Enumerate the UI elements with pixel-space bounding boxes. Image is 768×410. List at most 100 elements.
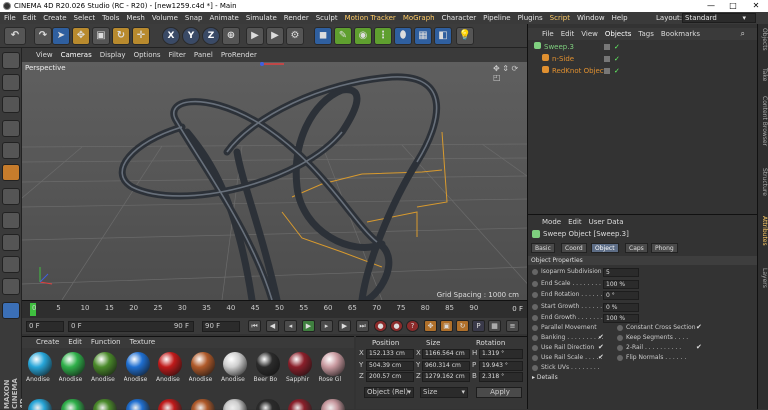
key-rotation-icon[interactable]: ↻	[456, 320, 469, 332]
points-mode-icon[interactable]	[2, 120, 20, 137]
next-key-icon[interactable]: ▶	[338, 320, 351, 332]
go-to-start-icon[interactable]: ⏮	[248, 320, 261, 332]
menu-create[interactable]: Create	[43, 14, 66, 22]
edges-mode-icon[interactable]	[2, 142, 20, 159]
animate-dot[interactable]	[532, 315, 538, 321]
menu-render[interactable]: Render	[284, 14, 309, 22]
nurbs-icon[interactable]: ◉	[354, 27, 372, 45]
material-swatch[interactable]: Anodise	[26, 352, 54, 390]
viewport-menu-options[interactable]: Options	[134, 51, 161, 59]
tab-phong[interactable]: Phong	[651, 243, 678, 253]
animate-dot[interactable]	[617, 325, 623, 331]
key-parameter-icon[interactable]: P	[472, 320, 485, 332]
side-tab-objects[interactable]: Objects	[759, 28, 768, 51]
attr-menu-edit[interactable]: Edit	[568, 218, 582, 226]
close-button[interactable]: ✕	[745, 0, 767, 12]
locked-workplane-icon[interactable]	[2, 256, 20, 273]
checkbox[interactable]: ✔	[598, 354, 605, 361]
side-tab-take[interactable]: Take	[759, 68, 768, 81]
polygons-mode-icon[interactable]	[2, 164, 20, 181]
viewport-menu-filter[interactable]: Filter	[169, 51, 186, 59]
visibility-dots[interactable]	[604, 44, 610, 50]
maximize-button[interactable]: □	[722, 0, 744, 12]
animate-dot[interactable]	[532, 365, 538, 371]
light-bulb-icon[interactable]: 💡	[456, 27, 474, 45]
coord-mode-select[interactable]: Object (Rel) ▾	[364, 387, 414, 398]
key-position-icon[interactable]: ✥	[424, 320, 437, 332]
field-value[interactable]: 100 %	[603, 314, 639, 323]
coordinate-system-icon[interactable]: ⊕	[222, 27, 240, 45]
menu-help[interactable]: Help	[612, 14, 628, 22]
rotation-field[interactable]: 1.319 °	[479, 349, 523, 359]
object-menu-edit[interactable]: Edit	[561, 30, 575, 38]
material-menu-create[interactable]: Create	[36, 338, 59, 346]
floor-icon[interactable]: ▦	[414, 27, 432, 45]
animate-dot[interactable]	[532, 345, 538, 351]
menu-simulate[interactable]: Simulate	[246, 14, 277, 22]
material-swatch-row2[interactable]	[125, 399, 150, 410]
object-row[interactable]: Sweep.3 ✓	[534, 42, 734, 53]
position-field[interactable]: 504.39 cm	[366, 360, 414, 371]
texture-mode-icon[interactable]	[2, 96, 20, 113]
check-icon[interactable]: ✓	[614, 54, 620, 65]
animate-dot[interactable]	[532, 292, 538, 298]
axis-mode-icon[interactable]	[2, 188, 20, 205]
key-scale-icon[interactable]: ▣	[440, 320, 453, 332]
select-cursor-icon[interactable]: ➤	[52, 27, 70, 45]
attr-menu-user-data[interactable]: User Data	[589, 218, 624, 226]
object-row[interactable]: RedKnot Object ✓	[542, 66, 742, 77]
material-swatch[interactable]: Beer Bo	[254, 352, 282, 390]
model-mode-icon[interactable]	[2, 74, 20, 91]
keyframe-selection-icon[interactable]: ?	[406, 320, 419, 332]
material-swatch[interactable]: Anodise	[124, 352, 152, 390]
preview-range-slider[interactable]: 0 F 90 F	[68, 321, 194, 332]
record-icon[interactable]: ●	[374, 320, 387, 332]
key-pla-icon[interactable]: ▦	[488, 320, 501, 332]
workplane-icon[interactable]	[2, 212, 20, 229]
animate-dot[interactable]	[617, 345, 623, 351]
material-swatch[interactable]: Anodise	[156, 352, 184, 390]
material-swatch-row2[interactable]	[255, 399, 280, 410]
checkbox[interactable]	[696, 354, 703, 361]
size-field[interactable]: 1279.162 cm	[422, 372, 470, 382]
move-icon[interactable]: ✥	[72, 27, 90, 45]
checkbox[interactable]	[598, 364, 605, 371]
animate-dot[interactable]	[532, 335, 538, 341]
checkbox[interactable]	[598, 324, 605, 331]
menu-mesh[interactable]: Mesh	[126, 14, 144, 22]
cube-primitive-icon[interactable]: ◼	[314, 27, 332, 45]
material-swatch[interactable]: Anodise	[221, 352, 249, 390]
material-swatch[interactable]: Anodise	[59, 352, 87, 390]
make-editable-icon[interactable]	[2, 52, 20, 69]
side-tab-content-browser[interactable]: Content Browser	[759, 96, 768, 146]
next-frame-icon[interactable]: ▸	[320, 320, 333, 332]
tab-basic[interactable]: Basic	[531, 243, 555, 253]
array-icon[interactable]: ⋮	[374, 27, 392, 45]
render-picture-viewer-icon[interactable]: ▶	[266, 27, 284, 45]
material-swatch-row2[interactable]	[93, 399, 117, 410]
minimize-button[interactable]: —	[700, 0, 722, 12]
pen-spline-icon[interactable]: ✎	[334, 27, 352, 45]
material-swatch-row2[interactable]	[223, 399, 247, 410]
timeline-ruler[interactable]: 0 5 10 15 20 25 30 35 40 45 50 55 60 65 70 75 80 85 90 0 F	[22, 300, 527, 318]
viewport-menu-display[interactable]: Display	[100, 51, 126, 59]
visibility-dots[interactable]	[604, 56, 610, 62]
viewport-nav-icons[interactable]: ✥ ⇕ ⟳ ◰	[493, 64, 523, 82]
material-swatch-row2[interactable]	[190, 399, 215, 410]
previous-frame-icon[interactable]: ◂	[284, 320, 297, 332]
visibility-dots[interactable]	[604, 68, 610, 74]
object-menu-file[interactable]: File	[542, 30, 554, 38]
position-field[interactable]: 152.133 cm	[366, 349, 414, 359]
animate-dot[interactable]	[532, 355, 538, 361]
object-menu-view[interactable]: View	[581, 30, 598, 38]
object-menu-tags[interactable]: Tags	[638, 30, 654, 38]
material-swatch[interactable]: Anodise	[91, 352, 119, 390]
menu-edit[interactable]: Edit	[23, 14, 37, 22]
animate-dot[interactable]	[617, 335, 623, 341]
tab-coord[interactable]: Coord	[561, 243, 587, 253]
check-icon[interactable]: ✓	[614, 42, 620, 53]
side-tab-attributes[interactable]: Attributes	[759, 216, 768, 246]
details-section[interactable]: ▸ Details	[532, 374, 558, 381]
search-icon[interactable]: ⌕	[741, 28, 745, 40]
tab-object[interactable]: Object	[591, 243, 619, 253]
